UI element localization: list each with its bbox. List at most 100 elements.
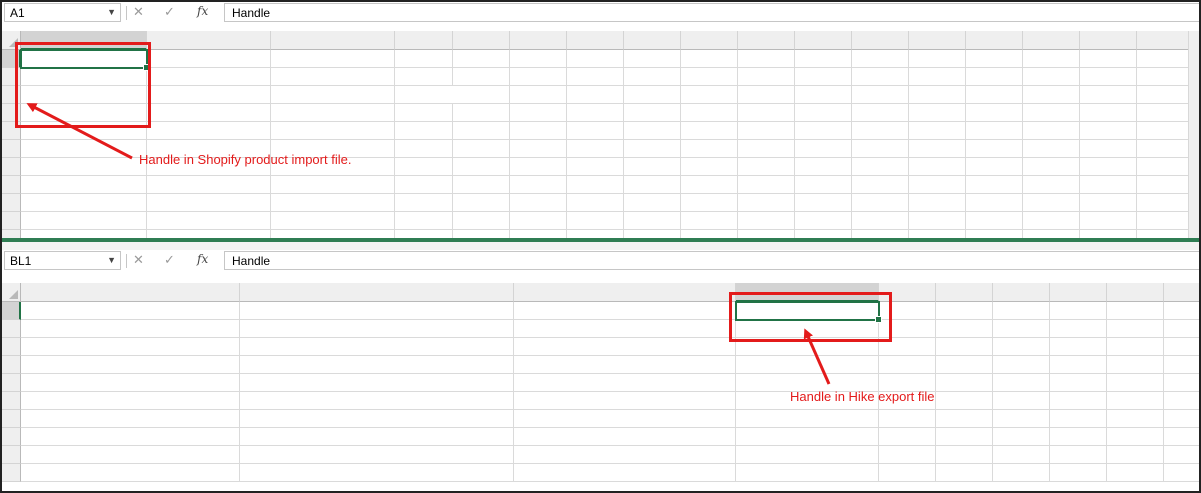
cell[interactable] [1080, 158, 1137, 176]
row-header-4[interactable] [2, 104, 21, 122]
cell[interactable] [395, 230, 453, 238]
cell[interactable] [510, 122, 567, 140]
column-header-d[interactable] [395, 31, 453, 50]
cell-bi3[interactable] [21, 338, 240, 356]
cell[interactable] [681, 122, 738, 140]
cell[interactable] [936, 428, 993, 446]
cell[interactable] [1137, 86, 1194, 104]
cell[interactable] [909, 158, 966, 176]
cell-e2[interactable] [453, 68, 510, 86]
cell[interactable] [624, 212, 681, 230]
cell-bi5[interactable] [21, 374, 240, 392]
cell[interactable] [1050, 446, 1107, 464]
formula-input[interactable]: Handle [224, 3, 1199, 22]
chevron-down-icon[interactable]: ▼ [107, 7, 116, 17]
formula-input[interactable]: Handle [224, 251, 1199, 270]
cell-j1[interactable] [738, 50, 795, 68]
cell[interactable] [147, 212, 271, 230]
cell[interactable] [395, 194, 453, 212]
cell[interactable] [453, 158, 510, 176]
cell-k1[interactable] [795, 50, 852, 68]
cell[interactable] [993, 392, 1050, 410]
cell-bk7[interactable] [514, 410, 736, 428]
cell[interactable] [1050, 320, 1107, 338]
cell-bk2[interactable] [514, 320, 736, 338]
cell[interactable] [852, 230, 909, 238]
cell[interactable] [271, 176, 395, 194]
cell-h2[interactable] [624, 68, 681, 86]
cell[interactable] [1050, 392, 1107, 410]
cell[interactable] [1137, 158, 1194, 176]
cell[interactable] [738, 176, 795, 194]
cell-a2[interactable] [21, 68, 147, 86]
column-header-e[interactable] [453, 31, 510, 50]
cell[interactable] [993, 320, 1050, 338]
cell[interactable] [1023, 68, 1080, 86]
cell[interactable] [795, 122, 852, 140]
cell[interactable] [966, 194, 1023, 212]
cell[interactable] [909, 176, 966, 194]
cell[interactable] [510, 212, 567, 230]
cell[interactable] [936, 338, 993, 356]
cell-b1[interactable] [147, 50, 271, 68]
cell-bk9[interactable] [514, 446, 736, 464]
cell-q1[interactable] [1137, 50, 1194, 68]
cell[interactable] [936, 410, 993, 428]
row-header-8[interactable] [2, 428, 21, 446]
cell-c2[interactable] [271, 68, 395, 86]
cell-f4[interactable] [510, 104, 567, 122]
cell[interactable] [21, 176, 147, 194]
cell-bk4[interactable] [514, 356, 736, 374]
cell-b4[interactable] [147, 104, 271, 122]
cell[interactable] [271, 230, 395, 238]
cancel-icon[interactable]: ✕ [133, 252, 144, 268]
cell[interactable] [1137, 140, 1194, 158]
cell[interactable] [1164, 392, 1199, 410]
cell-bj3[interactable] [240, 338, 514, 356]
cell-bk5[interactable] [514, 374, 736, 392]
cell-bj5[interactable] [240, 374, 514, 392]
cell[interactable] [936, 446, 993, 464]
cell[interactable] [936, 392, 993, 410]
cell[interactable] [738, 158, 795, 176]
column-header-p[interactable] [1080, 31, 1137, 50]
cell[interactable] [21, 140, 147, 158]
cell[interactable] [453, 140, 510, 158]
cell[interactable] [879, 302, 936, 320]
cell-l1[interactable] [852, 50, 909, 68]
cell[interactable] [852, 104, 909, 122]
cell[interactable] [795, 194, 852, 212]
cell-h3[interactable] [624, 86, 681, 104]
column-header-h[interactable] [624, 31, 681, 50]
column-header-bo[interactable] [993, 283, 1050, 302]
cell[interactable] [966, 86, 1023, 104]
cell[interactable] [510, 176, 567, 194]
cell[interactable] [1107, 410, 1164, 428]
cell[interactable] [1164, 446, 1199, 464]
cell[interactable] [879, 464, 936, 482]
cell[interactable] [879, 446, 936, 464]
cell-a3[interactable] [21, 86, 147, 104]
cell[interactable] [1107, 338, 1164, 356]
cell-g3[interactable] [567, 86, 624, 104]
cell-bl1[interactable] [736, 302, 879, 320]
cell[interactable] [1023, 158, 1080, 176]
row-header-10[interactable] [2, 212, 21, 230]
cell[interactable] [1164, 428, 1199, 446]
column-header-bp[interactable] [1050, 283, 1107, 302]
column-header-i[interactable] [681, 31, 738, 50]
cell[interactable] [567, 158, 624, 176]
cell-a1[interactable] [21, 50, 147, 68]
cell[interactable] [1080, 68, 1137, 86]
cell[interactable] [966, 158, 1023, 176]
cell[interactable] [795, 86, 852, 104]
cell[interactable] [909, 122, 966, 140]
cell[interactable] [879, 338, 936, 356]
cell[interactable] [1050, 338, 1107, 356]
cell-bk3[interactable] [514, 338, 736, 356]
cell[interactable] [1080, 194, 1137, 212]
cell[interactable] [795, 158, 852, 176]
cell-bj8[interactable] [240, 428, 514, 446]
cell-bj2[interactable] [240, 320, 514, 338]
cell[interactable] [1050, 302, 1107, 320]
